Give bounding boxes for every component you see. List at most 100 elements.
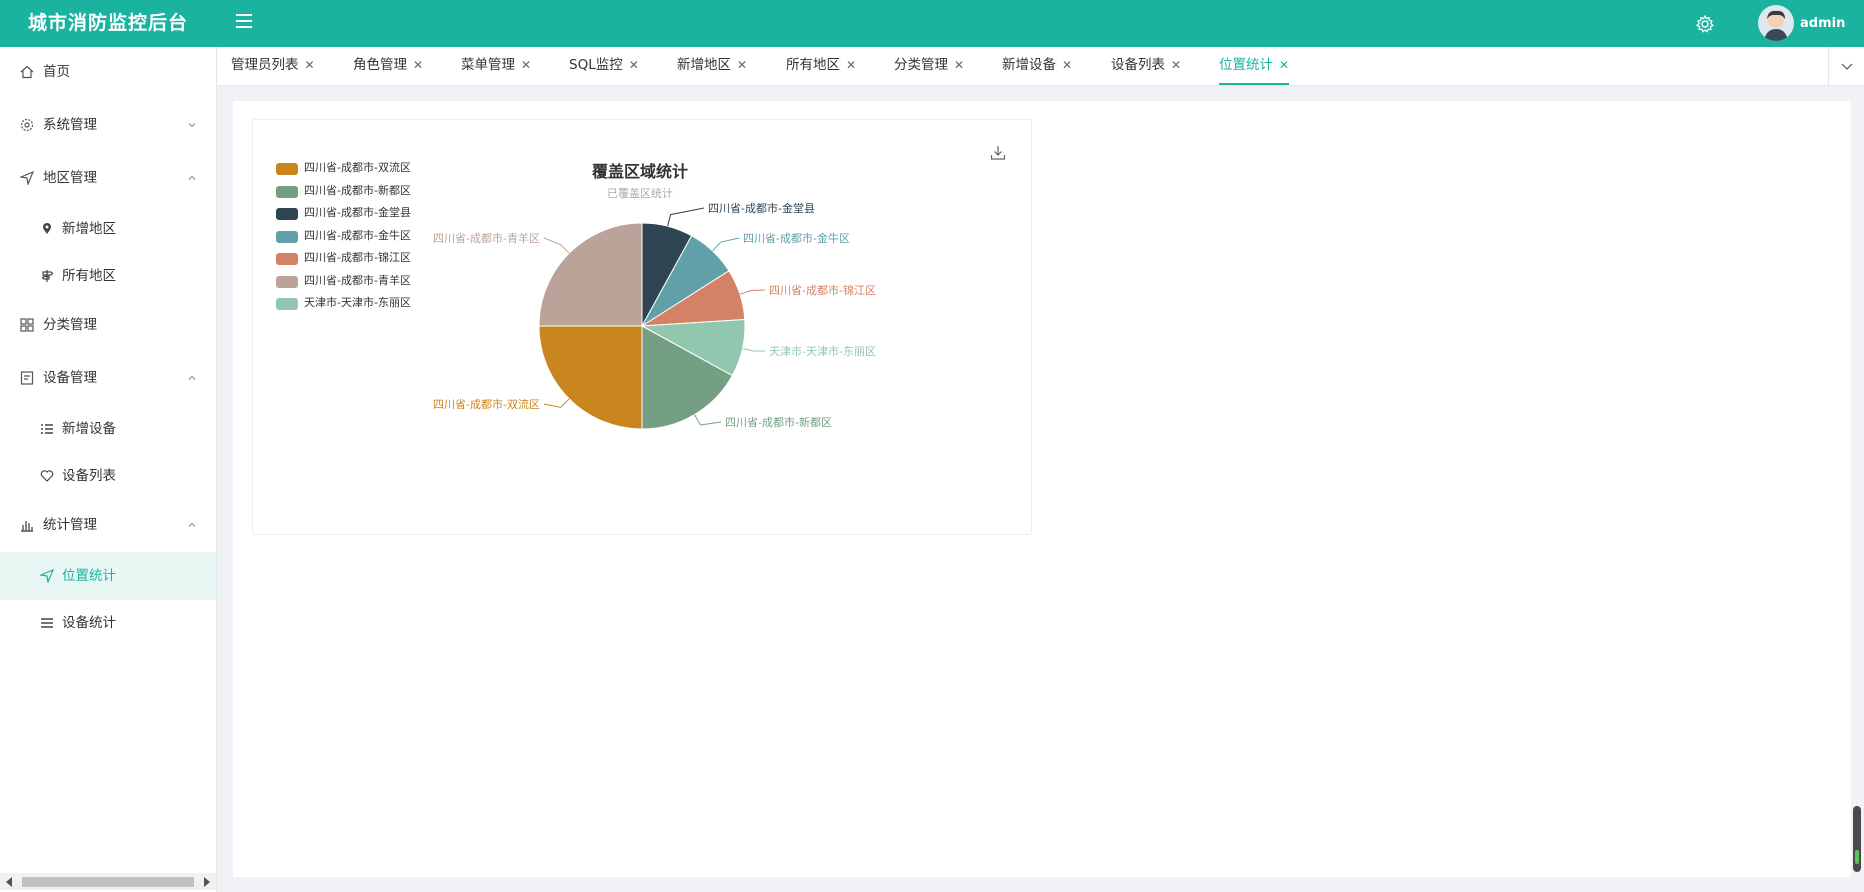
sidebar-item-label: 地区管理 — [43, 170, 97, 186]
settings-gear-icon[interactable] — [1695, 14, 1715, 34]
close-icon[interactable]: ✕ — [1279, 58, 1289, 72]
sidebar-item-category[interactable]: 分类管理 — [0, 301, 216, 349]
chevron-up-icon — [188, 522, 196, 527]
sidebar-item-label: 新增地区 — [62, 221, 116, 237]
legend-swatch — [276, 253, 298, 265]
legend-swatch — [276, 208, 298, 220]
sidebar-item-label: 设备列表 — [62, 468, 116, 484]
tab-category-management[interactable]: 分类管理 ✕ — [894, 47, 964, 83]
sidebar-item-all-regions[interactable]: 所有地区 — [0, 252, 216, 300]
tab-label: SQL监控 — [569, 57, 623, 73]
sidebar-item-add-region[interactable]: 新增地区 — [0, 205, 216, 253]
home-icon — [20, 65, 34, 79]
sidebar-item-system[interactable]: 系统管理 — [0, 101, 216, 149]
download-icon[interactable] — [990, 145, 1006, 161]
legend-label: 天津市-天津市-东丽区 — [304, 296, 411, 309]
tab-admin-list[interactable]: 管理员列表 ✕ — [231, 47, 315, 83]
legend-swatch — [276, 275, 298, 288]
sidebar-item-label: 新增设备 — [62, 421, 116, 437]
chart-subtitle: 已覆盖区统计 — [607, 187, 673, 200]
tab-add-region[interactable]: 新增地区 ✕ — [677, 47, 747, 83]
sidebar-horizontal-scrollbar[interactable] — [0, 873, 216, 890]
sidebar-item-device-stats[interactable]: 设备统计 — [0, 599, 216, 647]
scroll-indicator — [1855, 850, 1859, 864]
legend-label: 四川省-成都市-金堂县 — [304, 206, 411, 219]
grid-icon — [20, 318, 34, 332]
username[interactable]: admin — [1800, 0, 1845, 47]
sidebar-item-label: 首页 — [43, 64, 70, 80]
tab-add-device[interactable]: 新增设备 ✕ — [1002, 47, 1072, 83]
tab-dropdown-button[interactable] — [1828, 47, 1864, 85]
sidebar-item-device-list[interactable]: 设备列表 — [0, 452, 216, 500]
map-pin-icon — [43, 223, 51, 234]
close-icon[interactable]: ✕ — [305, 58, 315, 72]
scroll-left-arrow-icon[interactable] — [6, 877, 12, 887]
signpost-icon — [41, 270, 54, 282]
top-header: 城市消防监控后台 admin — [0, 0, 1864, 47]
menu-lines-icon — [41, 618, 53, 628]
tab-sql-monitor[interactable]: SQL监控 ✕ — [569, 47, 639, 83]
sidebar-item-statistics[interactable]: 统计管理 — [0, 501, 216, 549]
sidebar-item-device[interactable]: 设备管理 — [0, 354, 216, 402]
close-icon[interactable]: ✕ — [1171, 58, 1181, 72]
sidebar-item-label: 所有地区 — [62, 268, 116, 284]
sidebar-item-label: 设备统计 — [62, 615, 116, 631]
gear-icon — [20, 118, 34, 132]
scroll-right-arrow-icon[interactable] — [204, 877, 210, 887]
legend-swatch — [276, 163, 298, 175]
legend-label: 四川省-成都市-锦江区 — [304, 251, 411, 264]
tab-label: 分类管理 — [894, 57, 948, 73]
close-icon[interactable]: ✕ — [413, 58, 423, 72]
tab-label: 位置统计 — [1219, 57, 1273, 73]
tab-label: 管理员列表 — [231, 57, 299, 73]
app-title: 城市消防监控后台 — [27, 12, 188, 34]
tab-bar: 管理员列表 ✕ 角色管理 ✕ 菜单管理 ✕ SQL监控 ✕ 新增地区 ✕ 所有地区 ✕ 分类… — [217, 47, 1864, 86]
sidebar-item-label: 分类管理 — [43, 317, 97, 333]
tab-label: 设备列表 — [1111, 57, 1165, 73]
tab-label: 角色管理 — [353, 57, 407, 73]
location-arrow-icon — [20, 171, 34, 185]
tab-label: 所有地区 — [786, 57, 840, 73]
sidebar-item-label: 系统管理 — [43, 117, 97, 133]
scrollbar-thumb[interactable] — [22, 877, 194, 887]
sidebar-item-location-stats[interactable]: 位置统计 — [0, 552, 216, 600]
close-icon[interactable]: ✕ — [954, 58, 964, 72]
menu-toggle-icon[interactable] — [236, 14, 252, 30]
legend-label: 四川省-成都市-金牛区 — [304, 228, 411, 242]
tab-menu-management[interactable]: 菜单管理 ✕ — [461, 47, 531, 83]
sidebar-item-region[interactable]: 地区管理 — [0, 154, 216, 202]
legend-swatch — [276, 230, 298, 243]
legend-label: 四川省-成都市-新都区 — [304, 183, 411, 197]
sidebar-item-add-device[interactable]: 新增设备 — [0, 405, 216, 453]
chevron-up-icon — [188, 375, 196, 380]
legend-label: 四川省-成都市-双流区 — [304, 161, 411, 174]
tab-all-regions[interactable]: 所有地区 ✕ — [786, 47, 856, 83]
bar-chart-icon — [21, 521, 33, 532]
close-icon[interactable]: ✕ — [737, 58, 747, 72]
tab-label: 菜单管理 — [461, 57, 515, 73]
sidebar-item-label: 位置统计 — [62, 568, 116, 584]
close-icon[interactable]: ✕ — [629, 58, 639, 72]
location-arrow-icon — [40, 569, 54, 583]
close-icon[interactable]: ✕ — [846, 58, 856, 72]
tab-location-stats[interactable]: 位置统计 ✕ — [1219, 47, 1290, 85]
close-icon[interactable]: ✕ — [521, 58, 531, 72]
tab-label: 新增地区 — [677, 57, 731, 73]
chevron-down-icon — [188, 123, 196, 128]
legend-swatch — [276, 185, 298, 198]
legend-swatch — [276, 298, 298, 310]
sidebar-item-home[interactable]: 首页 — [0, 48, 216, 96]
main-vertical-scrollbar[interactable] — [1853, 806, 1861, 872]
tab-device-list[interactable]: 设备列表 ✕ — [1111, 47, 1181, 83]
document-icon — [20, 371, 34, 385]
sidebar: 首页 系统管理 地区管理 新增地区 所有地区 分类管理 设备管理 新增设备 设备… — [0, 47, 217, 892]
chevron-down-icon — [1841, 63, 1853, 70]
tab-role-management[interactable]: 角色管理 ✕ — [353, 47, 423, 83]
chevron-up-icon — [188, 175, 196, 180]
close-icon[interactable]: ✕ — [1062, 58, 1072, 72]
user-avatar[interactable] — [1758, 5, 1794, 41]
sidebar-item-label: 设备管理 — [43, 370, 97, 386]
legend-label: 四川省-成都市-青羊区 — [304, 273, 411, 287]
tab-label: 新增设备 — [1002, 57, 1056, 73]
sidebar-item-label: 统计管理 — [43, 517, 97, 533]
